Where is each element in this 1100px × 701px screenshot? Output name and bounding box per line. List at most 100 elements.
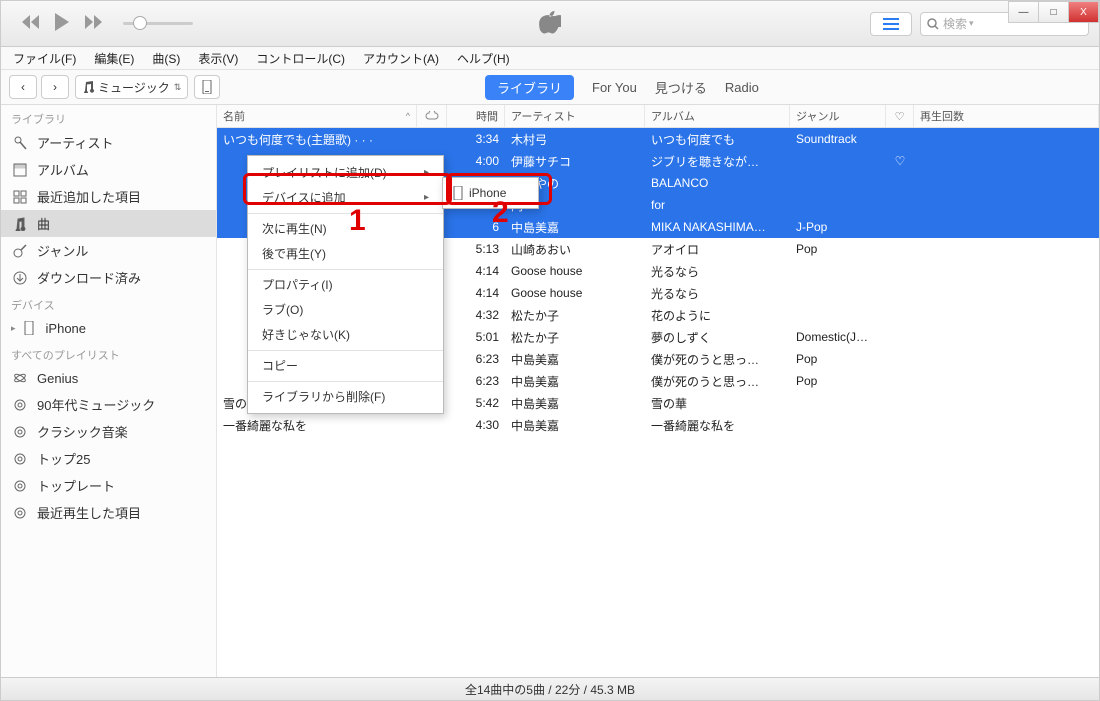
sidebar-item-label: Genius <box>37 371 78 386</box>
sidebar-item-label: トップレート <box>37 476 115 495</box>
window-controls: — □ X <box>1008 1 1099 23</box>
sidebar-item-iphone[interactable]: ▸ iPhone <box>1 315 216 341</box>
cell-time: 5:42 <box>447 396 505 410</box>
mi-dislike[interactable]: 好きじゃない(K) <box>248 322 443 347</box>
cell-artist: 松たか子 <box>505 329 645 346</box>
sidebar-item-toprated[interactable]: トップレート <box>1 472 216 499</box>
cell-album: 僕が死のうと思っ… <box>645 373 790 390</box>
nav-forward-button[interactable]: › <box>41 75 69 99</box>
table-row[interactable]: いつも何度でも(主題歌) · · ·3:34木村弓いつも何度でもSoundtra… <box>217 128 1099 150</box>
sidebar-item-genius[interactable]: Genius <box>1 365 216 391</box>
menu-edit[interactable]: 編集(E) <box>90 48 138 69</box>
submenu-iphone[interactable]: iPhone <box>443 182 538 204</box>
cell-album: 雪の華 <box>645 395 790 412</box>
cell-album: MIKA NAKASHIMA… <box>645 220 790 234</box>
maximize-button[interactable]: □ <box>1039 1 1069 23</box>
cell-genre: Domestic(J… <box>790 330 886 344</box>
cell-artist: 松たか子 <box>505 307 645 324</box>
prev-icon[interactable] <box>21 15 41 32</box>
col-time[interactable]: 時間 <box>447 105 505 127</box>
sidebar-item-album[interactable]: アルバム <box>1 156 216 183</box>
mi-add-playlist[interactable]: プレイリストに追加(D)▸ <box>248 160 443 185</box>
track-list: いつも何度でも(主題歌) · · ·3:34木村弓いつも何度でもSoundtra… <box>217 128 1099 677</box>
cell-heart: ♡ <box>886 154 914 168</box>
menu-file[interactable]: ファイル(F) <box>9 48 80 69</box>
tab-radio[interactable]: Radio <box>725 80 759 95</box>
mi-delete[interactable]: ライブラリから削除(F) <box>248 381 443 409</box>
cell-time: 4:30 <box>447 418 505 432</box>
cell-time: 5:01 <box>447 330 505 344</box>
cell-album: 光るなら <box>645 263 790 280</box>
menu-control[interactable]: コントロール(C) <box>252 48 349 69</box>
nav-row: ‹ › ミュージック ⇅ ライブラリ For You 見つける Radio <box>1 70 1099 105</box>
sidebar-item-artist[interactable]: アーティスト <box>1 129 216 156</box>
annotation-number-1: 1 <box>349 204 366 238</box>
device-button[interactable] <box>194 75 220 99</box>
sidebar-item-recentplay[interactable]: 最近再生した項目 <box>1 499 216 526</box>
next-icon[interactable] <box>85 15 105 32</box>
cell-album: アオイロ <box>645 241 790 258</box>
sidebar-item-genre[interactable]: ジャンル <box>1 237 216 264</box>
cell-artist: 木村弓 <box>505 131 645 148</box>
menu-account[interactable]: アカウント(A) <box>359 48 443 69</box>
phone-icon <box>453 186 463 200</box>
menu-help[interactable]: ヘルプ(H) <box>453 48 514 69</box>
cell-artist: 中島美嘉 <box>505 351 645 368</box>
sidebar-item-top25[interactable]: トップ25 <box>1 445 216 472</box>
mi-add-device[interactable]: デバイスに追加▸ <box>248 185 443 210</box>
tab-browse[interactable]: 見つける <box>655 78 707 97</box>
mi-love[interactable]: ラブ(O) <box>248 297 443 322</box>
table-row[interactable]: 一番綺麗な私を4:30中島美嘉一番綺麗な私を <box>217 414 1099 436</box>
sidebar-item-label: アーティスト <box>37 133 113 152</box>
chevron-down-icon: ▾ <box>969 18 974 29</box>
sidebar-item-songs[interactable]: 曲 <box>1 210 216 237</box>
col-genre[interactable]: ジャンル <box>790 105 886 127</box>
col-artist[interactable]: アーティスト <box>505 105 645 127</box>
cell-album: 光るなら <box>645 285 790 302</box>
close-button[interactable]: X <box>1069 1 1099 23</box>
volume-slider[interactable] <box>123 17 193 31</box>
sidebar-item-recent[interactable]: 最近追加した項目 <box>1 183 216 210</box>
mi-copy[interactable]: コピー <box>248 350 443 378</box>
mi-properties[interactable]: プロパティ(I) <box>248 269 443 297</box>
col-name[interactable]: 名前^ <box>217 105 417 127</box>
cell-name: いつも何度でも(主題歌) · · · <box>217 131 417 148</box>
disclosure-triangle-icon[interactable]: ▸ <box>11 323 16 334</box>
download-icon <box>11 269 29 287</box>
sidebar-header-devices: デバイス <box>1 291 216 315</box>
sidebar-item-label: 最近再生した項目 <box>37 503 141 522</box>
cell-genre: Pop <box>790 352 886 366</box>
mi-play-next[interactable]: 次に再生(N) <box>248 213 443 241</box>
mi-play-later[interactable]: 後で再生(Y) <box>248 241 443 266</box>
gear-icon <box>11 504 29 522</box>
menu-view[interactable]: 表示(V) <box>194 48 242 69</box>
sidebar-item-90s[interactable]: 90年代ミュージック <box>1 391 216 418</box>
play-icon[interactable] <box>55 13 71 34</box>
chevron-right-icon: ▸ <box>424 192 429 203</box>
sidebar-item-downloaded[interactable]: ダウンロード済み <box>1 264 216 291</box>
col-heart[interactable]: ♡ <box>886 105 914 127</box>
sidebar-item-classic[interactable]: クラシック音楽 <box>1 418 216 445</box>
sidebar-item-label: 曲 <box>37 214 50 233</box>
menu-song[interactable]: 曲(S) <box>148 48 184 69</box>
media-selector[interactable]: ミュージック ⇅ <box>75 75 188 99</box>
view-list-button[interactable] <box>870 12 912 36</box>
cell-genre: Soundtrack <box>790 132 886 146</box>
atom-icon <box>11 369 29 387</box>
minimize-button[interactable]: — <box>1008 1 1039 23</box>
apple-logo-icon <box>539 9 561 38</box>
annotation-number-2: 2 <box>492 196 509 230</box>
status-bar: 全14曲中の5曲 / 22分 / 45.3 MB <box>1 677 1099 700</box>
cloud-icon <box>425 111 439 121</box>
tab-library[interactable]: ライブラリ <box>485 75 574 100</box>
guitar-icon <box>11 242 29 260</box>
player-bar: 検索 ▾ <box>1 1 1099 47</box>
tab-foryou[interactable]: For You <box>592 80 637 95</box>
col-album[interactable]: アルバム <box>645 105 790 127</box>
nav-back-button[interactable]: ‹ <box>9 75 37 99</box>
mic-icon <box>11 134 29 152</box>
col-plays[interactable]: 再生回数 <box>914 105 1099 127</box>
sidebar-header-library: ライブラリ <box>1 105 216 129</box>
col-cloud[interactable] <box>417 105 447 127</box>
sidebar: ライブラリ アーティスト アルバム 最近追加した項目 曲 ジャンル <box>1 105 217 677</box>
